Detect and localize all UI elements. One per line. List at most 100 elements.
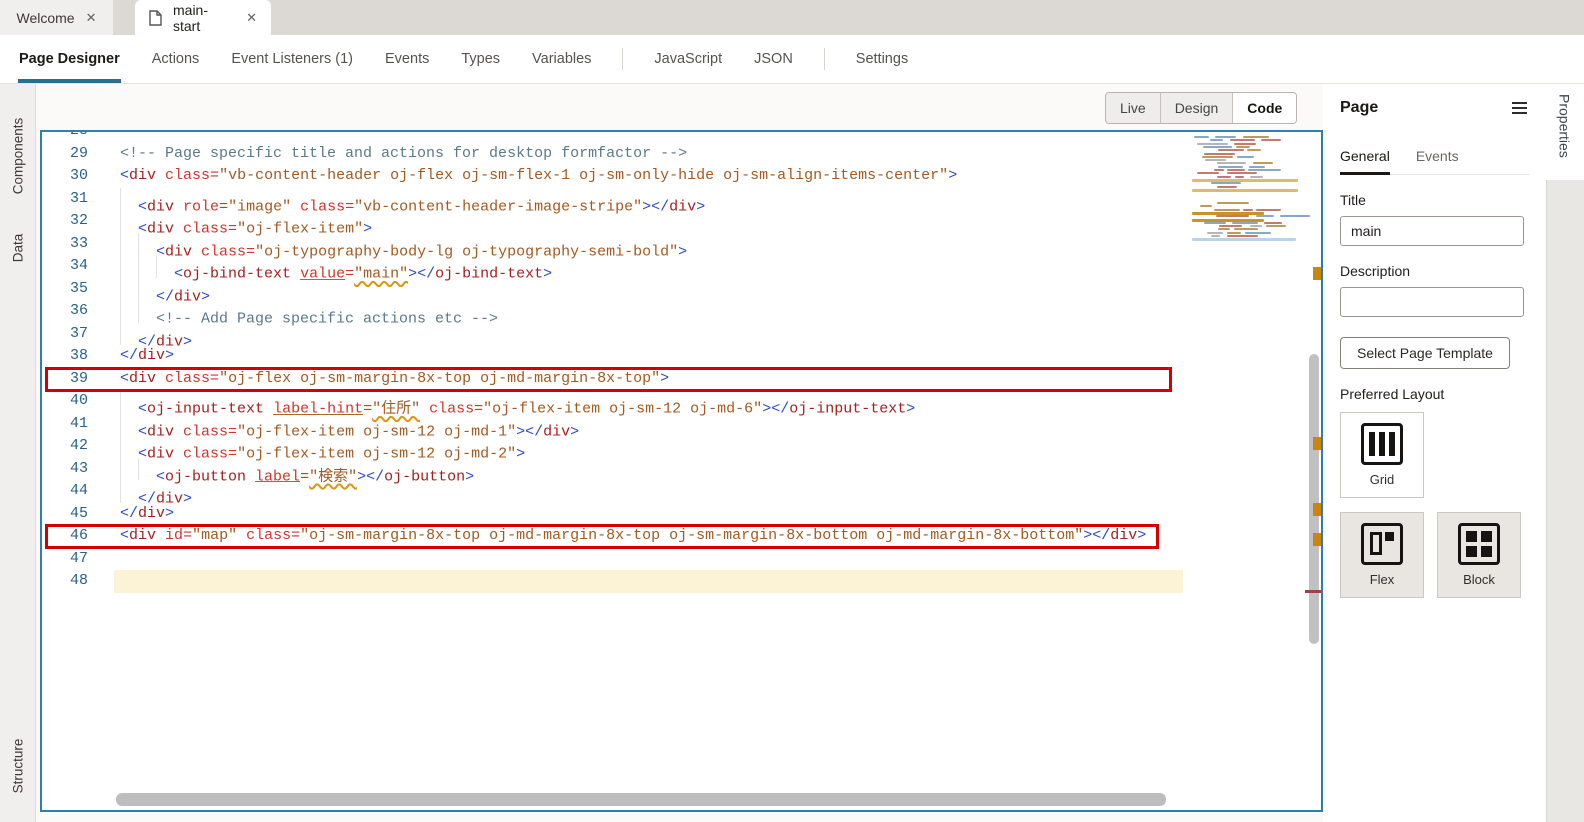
code-text: <oj-button label="検索"></oj-button>	[120, 458, 474, 481]
right-rail: Properties	[1545, 84, 1584, 822]
line-number: 37	[42, 323, 120, 346]
code-text: <div class="oj-flex-item">	[120, 210, 372, 233]
flex-icon	[1361, 523, 1403, 565]
code-text: <div role="image" class="vb-content-head…	[120, 188, 705, 211]
line-number: 44	[42, 480, 120, 503]
view-design-button[interactable]: Design	[1160, 93, 1233, 123]
horizontal-scrollbar[interactable]	[116, 793, 1166, 806]
warning-marker	[1313, 437, 1322, 450]
tab-main-start[interactable]: main-start ✕	[135, 0, 271, 35]
toolbar-tab-page-designer[interactable]: Page Designer	[18, 35, 121, 83]
properties-rail-tab[interactable]: Properties	[1557, 94, 1573, 158]
tab-general[interactable]: General	[1340, 148, 1390, 174]
line-number: 39	[42, 368, 120, 391]
line-number: 42	[42, 435, 120, 458]
line-number: 28	[42, 130, 120, 143]
line-number: 45	[42, 503, 120, 526]
toolbar-tab-json[interactable]: JSON	[753, 35, 794, 83]
error-marker	[1305, 590, 1322, 593]
code-line[interactable]: 43<oj-button label="検索"></oj-button>	[42, 458, 1321, 481]
code-text: <div class="oj-flex-item oj-sm-12 oj-md-…	[120, 435, 525, 458]
code-text: </div>	[120, 323, 192, 346]
hamburger-menu-icon[interactable]	[1510, 98, 1529, 118]
code-text: </div>	[120, 345, 174, 368]
tab-main-start-label: main-start	[173, 2, 235, 34]
code-line[interactable]: 39<div class="oj-flex oj-sm-margin-8x-to…	[42, 368, 1321, 391]
code-text: <div class="oj-flex-item oj-sm-12 oj-md-…	[120, 413, 579, 436]
line-number: 30	[42, 165, 120, 188]
code-text: <oj-bind-text value="main"></oj-bind-tex…	[120, 255, 552, 278]
code-line[interactable]: 48	[42, 570, 1321, 593]
toolbar-tab-variables[interactable]: Variables	[531, 35, 592, 83]
code-line[interactable]: 45</div>	[42, 503, 1321, 526]
line-number: 47	[42, 548, 120, 571]
code-line[interactable]: 33<div class="oj-typography-body-lg oj-t…	[42, 233, 1321, 256]
right-rail-track	[1546, 180, 1584, 822]
toolbar-tab-settings[interactable]: Settings	[855, 35, 909, 83]
code-text: <div class="oj-flex oj-sm-margin-8x-top …	[120, 368, 669, 391]
view-live-button[interactable]: Live	[1106, 93, 1160, 123]
title-input[interactable]	[1340, 216, 1524, 246]
preferred-layout-label: Preferred Layout	[1340, 386, 1529, 402]
sidebar-item-structure[interactable]: Structure	[10, 739, 25, 794]
line-number: 40	[42, 390, 120, 413]
line-number: 38	[42, 345, 120, 368]
tab-events[interactable]: Events	[1416, 148, 1459, 174]
toolbar-tab-event-listeners-1[interactable]: Event Listeners (1)	[230, 35, 354, 83]
code-text: <div class="vb-content-header oj-flex oj…	[120, 165, 957, 188]
code-text: <!-- Page specific title and actions for…	[120, 143, 687, 166]
line-number: 35	[42, 278, 120, 301]
code-line[interactable]: 29<!-- Page specific title and actions f…	[42, 143, 1321, 166]
line-number: 46	[42, 525, 120, 548]
close-icon[interactable]: ✕	[246, 11, 257, 24]
view-switcher: LiveDesignCode	[1105, 92, 1297, 124]
tab-welcome-label: Welcome	[17, 10, 75, 26]
toolbar-separator	[824, 48, 825, 70]
line-number: 32	[42, 210, 120, 233]
sidebar-item-data[interactable]: Data	[10, 234, 25, 263]
window-tab-strip: Welcome ✕ main-start ✕	[0, 0, 1584, 35]
line-number: 43	[42, 458, 120, 481]
tab-welcome[interactable]: Welcome ✕	[0, 0, 113, 35]
layout-option-grid[interactable]: Grid	[1340, 412, 1424, 498]
properties-panel-header: Page	[1340, 98, 1529, 118]
code-line[interactable]: 46<div id="map" class="oj-sm-margin-8x-t…	[42, 525, 1321, 548]
code-text: <div class="oj-typography-body-lg oj-typ…	[120, 233, 687, 256]
code-text: <div id="map" class="oj-sm-margin-8x-top…	[120, 525, 1146, 548]
close-icon[interactable]: ✕	[86, 11, 97, 24]
code-line[interactable]: 40<oj-input-text label-hint="住所" class="…	[42, 390, 1321, 413]
toolbar-tab-javascript[interactable]: JavaScript	[653, 35, 723, 83]
designer-toolbar: Page Designer Actions Event Listeners (1) E…	[0, 35, 1584, 84]
warning-marker	[1313, 533, 1322, 546]
layout-option-flex[interactable]: Flex	[1340, 512, 1424, 598]
view-code-button[interactable]: Code	[1232, 93, 1296, 123]
code-line[interactable]: 38</div>	[42, 345, 1321, 368]
properties-panel: Page General Events Title Description Se…	[1323, 84, 1545, 822]
line-number: 29	[42, 143, 120, 166]
code-editor[interactable]: 2829<!-- Page specific title and actions…	[40, 130, 1323, 812]
code-line[interactable]: 42<div class="oj-flex-item oj-sm-12 oj-m…	[42, 435, 1321, 458]
code-line[interactable]: 47	[42, 548, 1321, 571]
code-lines: 2829<!-- Page specific title and actions…	[42, 130, 1321, 593]
code-line[interactable]: 30<div class="vb-content-header oj-flex …	[42, 165, 1321, 188]
toolbar-tab-actions[interactable]: Actions	[151, 35, 201, 83]
vertical-scrollbar[interactable]	[1309, 354, 1319, 644]
toolbar-tab-events[interactable]: Events	[384, 35, 430, 83]
toolbar-tab-types[interactable]: Types	[460, 35, 501, 83]
code-text: <!-- Add Page specific actions etc -->	[120, 300, 498, 323]
line-number: 48	[42, 570, 120, 593]
description-input[interactable]	[1340, 287, 1524, 317]
minimap[interactable]	[1190, 134, 1302, 248]
layout-option-block[interactable]: Block	[1437, 512, 1521, 598]
left-rail: Components Data Structure	[0, 84, 36, 822]
block-icon	[1458, 523, 1500, 565]
code-text: </div>	[120, 480, 192, 503]
grid-icon	[1361, 423, 1403, 465]
title-field-label: Title	[1340, 192, 1529, 208]
code-line[interactable]: 36<!-- Add Page specific actions etc -->	[42, 300, 1321, 323]
current-line-highlight	[114, 570, 1183, 593]
code-line[interactable]: 28	[42, 130, 1321, 143]
sidebar-item-components[interactable]: Components	[10, 118, 25, 195]
select-page-template-button[interactable]: Select Page Template	[1340, 337, 1510, 369]
code-line[interactable]: 31<div role="image" class="vb-content-he…	[42, 188, 1321, 211]
